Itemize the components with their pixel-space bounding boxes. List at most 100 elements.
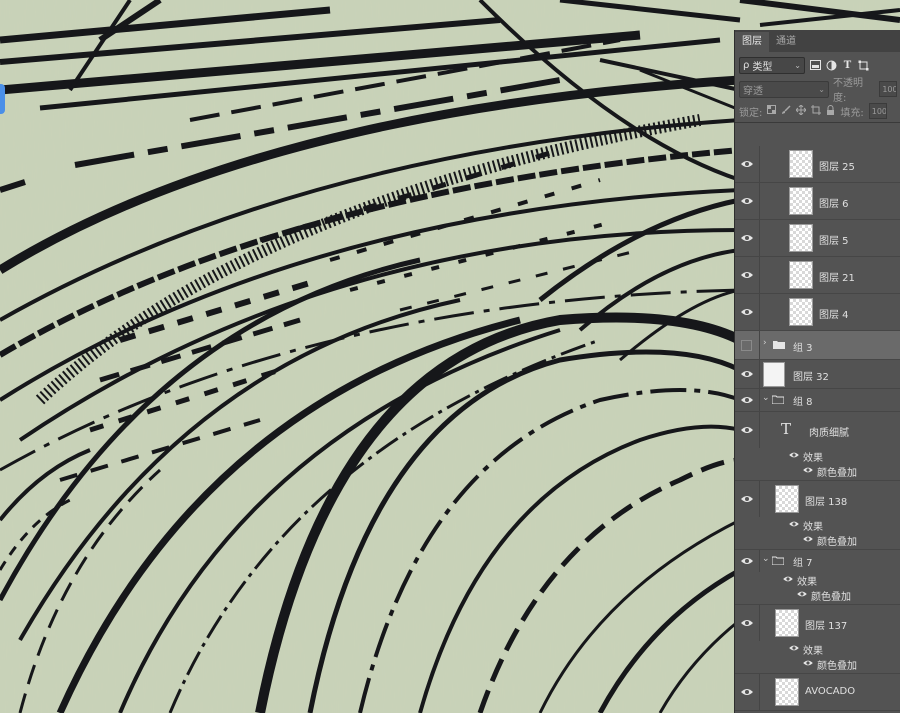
effect-eye-icon[interactable] [797, 590, 807, 598]
effect-eye-icon[interactable] [803, 659, 813, 667]
blend-mode-value: 穿透 [743, 85, 763, 97]
filter-kind-select[interactable]: ρ 类型 ⌄ [739, 56, 805, 74]
blend-row: 穿透 ⌄ 不透明度: 100 [735, 78, 900, 104]
effects-eye-icon[interactable] [789, 451, 799, 459]
group-row[interactable]: ⌄ 组 7 [735, 550, 900, 572]
tab-layers[interactable]: 图层 [735, 32, 769, 52]
effects-eye-icon[interactable] [789, 520, 799, 528]
chevron-down-icon: ⌄ [818, 84, 825, 94]
layer-name: 图层 32 [793, 372, 829, 383]
layer-thumbnail [789, 298, 813, 326]
type-filter-icon[interactable]: T [842, 60, 853, 71]
effect-name: 颜色叠加 [817, 661, 857, 672]
pixel-filter-icon[interactable] [810, 60, 821, 71]
effect-name: 颜色叠加 [811, 592, 851, 603]
layers-panel: 图层 通道 ρ 类型 ⌄ T 穿透 ⌄ 不透明度: 100 锁定: 填充: 10… [734, 30, 900, 713]
effect-name: 颜色叠加 [817, 468, 857, 479]
folder-icon [773, 341, 785, 349]
layer-thumbnail [763, 362, 785, 387]
visibility-empty-box[interactable] [741, 340, 752, 351]
adjustment-filter-icon[interactable] [826, 60, 837, 71]
eye-icon[interactable] [741, 687, 753, 697]
layer-list: 图层 25 图层 6 图层 5 图层 21 图层 4 › 组 3 图层 32 ⌄… [735, 146, 900, 713]
blend-mode-select[interactable]: 穿透 ⌄ [739, 80, 829, 98]
shape-filter-icon[interactable] [858, 60, 869, 71]
panel-tabs: 图层 通道 [735, 30, 900, 52]
layer-row[interactable]: AVOCADO [735, 674, 900, 711]
eye-icon[interactable] [741, 425, 753, 435]
chevron-right-icon[interactable]: › [763, 338, 767, 348]
group-name: 组 8 [793, 397, 813, 408]
chevron-down-icon: ⌄ [794, 60, 801, 70]
effects-label: 效果 [803, 522, 823, 533]
eye-icon[interactable] [741, 556, 753, 566]
effects-eye-icon[interactable] [783, 575, 793, 583]
filter-kind-value: 类型 [752, 61, 773, 73]
opacity-field[interactable]: 100 [879, 81, 898, 97]
effects-block: 效果 颜色叠加 [735, 641, 900, 674]
lock-artboard-icon[interactable] [811, 104, 822, 118]
type-layer-icon: T [781, 420, 792, 438]
folder-open-icon [772, 395, 784, 404]
layer-name: 肉质细腻 [809, 428, 849, 439]
group-name: 组 3 [793, 343, 813, 354]
group-name: 组 7 [793, 558, 813, 569]
layer-thumbnail [775, 678, 799, 706]
layer-row[interactable]: 图层 137 [735, 605, 900, 641]
layer-row[interactable]: 图层 4 [735, 294, 900, 331]
chevron-down-icon[interactable]: ⌄ [762, 554, 770, 564]
chevron-down-icon[interactable]: ⌄ [762, 393, 770, 403]
folder-open-icon [772, 556, 784, 565]
eye-icon[interactable] [741, 233, 753, 243]
layer-name: 图层 138 [805, 497, 848, 508]
eye-icon[interactable] [741, 494, 753, 504]
effects-block: 效果 颜色叠加 [735, 448, 900, 481]
eye-icon[interactable] [741, 395, 753, 405]
lock-label: 锁定: [739, 107, 763, 119]
layer-row[interactable]: 图层 25 [735, 146, 900, 183]
selection-handle[interactable] [0, 84, 5, 114]
tab-channels[interactable]: 通道 [769, 32, 803, 52]
layer-thumbnail [789, 224, 813, 252]
eye-icon[interactable] [741, 270, 753, 280]
layer-thumbnail [789, 187, 813, 215]
effect-name: 颜色叠加 [817, 537, 857, 548]
lock-transparent-icon[interactable] [767, 105, 777, 117]
effect-eye-icon[interactable] [803, 466, 813, 474]
eye-icon[interactable] [741, 307, 753, 317]
effects-label: 效果 [803, 646, 823, 657]
layer-name: AVOCADO [805, 686, 856, 697]
layer-name: 图层 21 [819, 273, 855, 284]
effects-eye-icon[interactable] [789, 644, 799, 652]
effect-eye-icon[interactable] [803, 535, 813, 543]
fill-field[interactable]: 100 [868, 103, 887, 119]
effects-label: 效果 [803, 453, 823, 464]
eye-icon[interactable] [741, 369, 753, 379]
group-row[interactable]: › 组 3 [735, 331, 900, 360]
opacity-label: 不透明度: [833, 78, 863, 104]
effects-block: 效果 颜色叠加 [735, 517, 900, 550]
layer-name: 图层 5 [819, 236, 849, 247]
layer-thumbnail [775, 609, 799, 637]
layer-name: 图层 137 [805, 621, 848, 632]
lock-brush-icon[interactable] [781, 104, 791, 118]
layer-thumbnail [789, 261, 813, 289]
group-row[interactable]: ⌄ 组 8 [735, 389, 900, 412]
layer-row[interactable]: 图层 21 [735, 257, 900, 294]
eye-icon[interactable] [741, 618, 753, 628]
layer-name: 图层 4 [819, 310, 849, 321]
layer-row[interactable]: 图层 6 [735, 183, 900, 220]
layer-row[interactable]: 图层 32 [735, 360, 900, 389]
text-layer-row[interactable]: T 肉质细腻 [735, 412, 900, 448]
fill-label: 填充: [840, 107, 864, 119]
lock-all-icon[interactable] [826, 104, 835, 118]
layer-row[interactable]: 图层 5 [735, 220, 900, 257]
eye-icon[interactable] [741, 196, 753, 206]
layer-row[interactable]: 图层 138 [735, 481, 900, 517]
effects-block: 效果 颜色叠加 [735, 572, 900, 605]
lock-row: 锁定: 填充: 100 [735, 100, 900, 123]
layer-name: 图层 6 [819, 199, 849, 210]
eye-icon[interactable] [741, 159, 753, 169]
lock-move-icon[interactable] [796, 104, 807, 118]
effects-label: 效果 [797, 577, 817, 588]
